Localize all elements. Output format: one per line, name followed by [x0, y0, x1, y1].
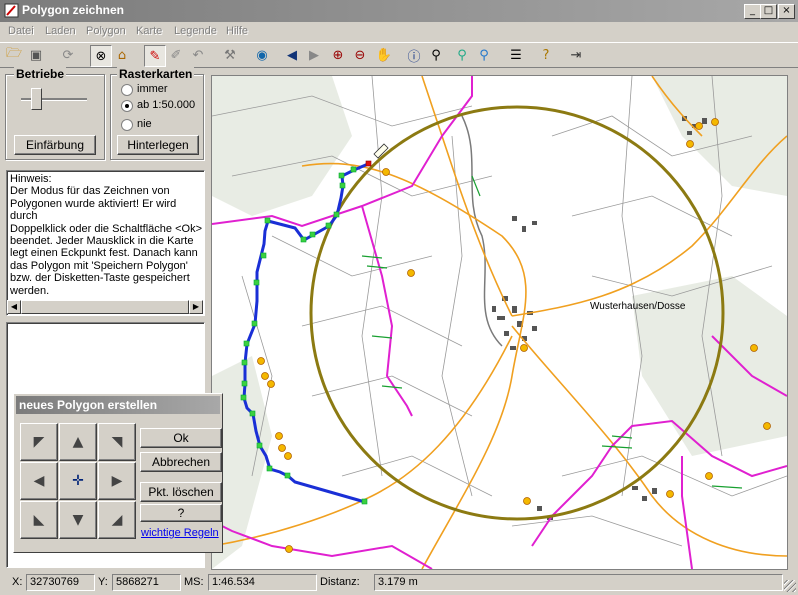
menu-datei[interactable]: Datei	[8, 25, 34, 37]
polygon-dialog-titlebar[interactable]: neues Polygon erstellen	[16, 396, 220, 414]
minimize-icon[interactable]: _	[744, 4, 761, 19]
home-icon[interactable]: ⌂	[112, 45, 132, 65]
move-right-icon[interactable]: ▶	[98, 462, 136, 500]
resize-grip-icon[interactable]	[784, 580, 796, 592]
save-disk-icon[interactable]: ▣	[26, 45, 46, 65]
hinweis-text: Hinweis: Der Modus für das Zeichnen von …	[10, 173, 202, 297]
help-icon[interactable]: ?	[536, 45, 556, 65]
radio-nie[interactable]	[121, 119, 133, 131]
open-folder-icon[interactable]: 🗁	[4, 45, 24, 65]
zoom-out-icon[interactable]: ⊖	[350, 45, 370, 65]
undo-icon[interactable]: ↶	[188, 45, 208, 65]
scroll-left-icon[interactable]: ◀	[7, 300, 21, 314]
menu-legende[interactable]: Legende	[174, 25, 217, 37]
exit-icon[interactable]: ⇥	[566, 45, 586, 65]
distance-value: 3.179 m	[374, 574, 783, 591]
help-button[interactable]: ?	[140, 504, 222, 522]
abbrechen-button[interactable]: Abbrechen	[140, 452, 222, 472]
window-title: Polygon zeichnen	[22, 3, 125, 17]
center-icon[interactable]: ✛	[59, 462, 97, 500]
move-up-icon[interactable]: ▲	[59, 423, 97, 461]
hinweis-line: Hinweis:	[10, 173, 52, 185]
menu-laden[interactable]: Laden	[45, 25, 76, 37]
draw-polygon-icon[interactable]: ✎	[144, 45, 166, 67]
hinweis-line: Doppelklick oder die Schaltfläche <Ok>	[10, 222, 202, 235]
title-bar: Polygon zeichnen _ □ ×	[0, 0, 798, 22]
menu-polygon[interactable]: Polygon	[86, 25, 126, 37]
hinweis-line: legt einen Eckpunkt fest. Danach kann	[10, 247, 198, 260]
info-icon[interactable]: ⓘ	[404, 45, 424, 65]
move-up-right-icon[interactable]: ◥	[98, 423, 136, 461]
cancel-mode-icon[interactable]: ⊗	[90, 45, 112, 67]
move-up-left-icon[interactable]: ◤	[20, 423, 58, 461]
menu-hilfe[interactable]: Hilfe	[226, 25, 248, 37]
ms-label: MS:	[184, 576, 204, 588]
einfaerbung-button[interactable]: Einfärbung	[14, 135, 96, 155]
move-left-icon[interactable]: ◀	[20, 462, 58, 500]
zoom-in-icon[interactable]: ⊕	[328, 45, 348, 65]
betriebe-group: Betriebe Einfärbung	[5, 67, 105, 160]
hinweis-line: bzw. der Disketten-Taste gespeichert	[10, 272, 190, 285]
search-zoom-icon[interactable]: ⚲	[452, 45, 472, 65]
hinweis-line: Polygonen wurde aktiviert! Er wird durch	[10, 197, 177, 223]
ms-value: 1:46.534	[208, 574, 317, 591]
edit-icon[interactable]: ✐	[166, 45, 186, 65]
hinweis-line: Der Modus für das Zeichnen von	[10, 185, 170, 198]
toolbar: 🗁 ▣ ⟳ ⊗ ⌂ ✎ ✐ ↶ ⚒ ◉ ◀ ▶ ⊕ ⊖ ✋ ⓘ ⚲ ⚲ ⚲ ☰ …	[0, 42, 798, 68]
back-arrow-icon[interactable]: ◀	[282, 45, 302, 65]
list-icon[interactable]: ☰	[506, 45, 526, 65]
hinterlegen-button[interactable]: Hinterlegen	[117, 135, 199, 155]
rasterkarten-group: Rasterkarten immer ab 1:50.000 nie Hinte…	[110, 67, 204, 160]
map-canvas[interactable]: Wusterhausen/Dosse	[212, 76, 787, 569]
polygon-dialog: neues Polygon erstellen ◤ ▲ ◥ ◀ ✛ ▶ ◣ ▼ …	[13, 393, 223, 553]
radio-immer-label: immer	[137, 83, 168, 95]
radio-ab-50000-label: ab 1:50.000	[137, 99, 196, 111]
search-area-icon[interactable]: ⚲	[474, 45, 494, 65]
slider-thumb[interactable]	[31, 88, 42, 110]
radio-ab-50000[interactable]	[121, 100, 133, 112]
move-down-icon[interactable]: ▼	[59, 501, 97, 539]
globe-icon[interactable]: ◉	[252, 45, 272, 65]
betriebe-slider[interactable]	[21, 85, 87, 111]
radio-nie-label: nie	[137, 118, 152, 130]
hinweis-line: werden.	[10, 284, 50, 297]
distance-label: Distanz:	[320, 576, 360, 588]
x-value: 32730769	[26, 574, 95, 591]
hinweis-line: das Polygon mit 'Speichern Polygon'	[10, 259, 188, 272]
x-label: X:	[12, 576, 23, 588]
scroll-thumb[interactable]	[21, 300, 189, 314]
hammer-icon[interactable]: ⚒	[220, 45, 240, 65]
close-icon[interactable]: ×	[778, 4, 795, 19]
rules-link[interactable]: wichtige Regeln	[141, 527, 219, 539]
menu-karte[interactable]: Karte	[136, 25, 162, 37]
scroll-right-icon[interactable]: ▶	[189, 300, 203, 314]
forward-arrow-icon[interactable]: ▶	[304, 45, 324, 65]
hinweis-textbox[interactable]: Hinweis: Der Modus für das Zeichnen von …	[6, 170, 205, 316]
horizontal-scrollbar[interactable]: ◀ ▶	[7, 300, 203, 314]
y-value: 5868271	[112, 574, 181, 591]
app-icon	[4, 3, 19, 18]
refresh-icon[interactable]: ⟳	[58, 45, 78, 65]
map-view[interactable]: Wusterhausen/Dosse	[211, 75, 788, 570]
status-bar: X: 32730769 Y: 5868271 MS: 1:46.534 Dist…	[0, 570, 798, 595]
binoculars-icon[interactable]: ⚲	[426, 45, 446, 65]
betriebe-title: Betriebe	[14, 67, 67, 81]
map-place-label: Wusterhausen/Dosse	[590, 301, 686, 312]
polygon-dialog-title: neues Polygon erstellen	[19, 398, 158, 412]
radio-immer[interactable]	[121, 84, 133, 96]
maximize-icon[interactable]: □	[760, 4, 777, 19]
last-vertex-marker	[365, 160, 372, 167]
move-down-right-icon[interactable]: ◢	[98, 501, 136, 539]
menu-bar: Datei Laden Polygon Karte Legende Hilfe	[0, 22, 798, 42]
rasterkarten-title: Rasterkarten	[117, 67, 195, 81]
delete-point-button[interactable]: Pkt. löschen	[140, 482, 222, 502]
y-label: Y:	[98, 576, 108, 588]
pan-hand-icon[interactable]: ✋	[374, 45, 394, 65]
hinweis-line: beendet. Jeder Mausklick in die Karte	[10, 235, 194, 248]
move-down-left-icon[interactable]: ◣	[20, 501, 58, 539]
ok-button[interactable]: Ok	[140, 428, 222, 448]
